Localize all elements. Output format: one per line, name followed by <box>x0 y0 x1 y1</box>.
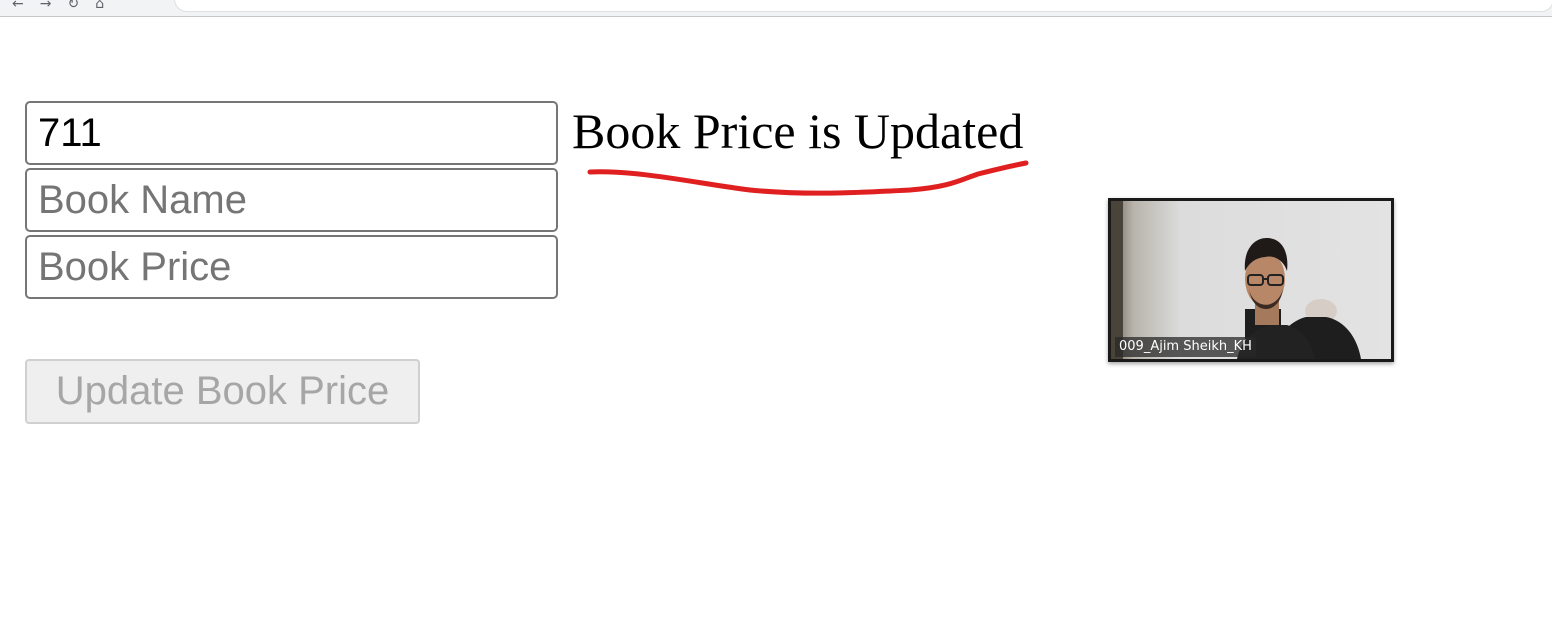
book-price-input[interactable] <box>25 235 558 299</box>
browser-toolbar: ←→↻⌂ <box>0 0 1552 17</box>
book-id-input[interactable] <box>25 101 558 165</box>
address-bar[interactable] <box>174 0 1552 12</box>
book-name-input[interactable] <box>25 168 558 232</box>
red-underline-annotation <box>587 160 1029 196</box>
participant-name-label: 009_Ajim Sheikh_KH <box>1115 337 1256 357</box>
update-book-price-button[interactable]: Update Book Price <box>25 359 420 424</box>
video-call-tile[interactable]: 009_Ajim Sheikh_KH <box>1108 198 1394 362</box>
browser-nav-icons[interactable]: ←→↻⌂ <box>12 0 120 12</box>
participant-video <box>1111 201 1391 359</box>
